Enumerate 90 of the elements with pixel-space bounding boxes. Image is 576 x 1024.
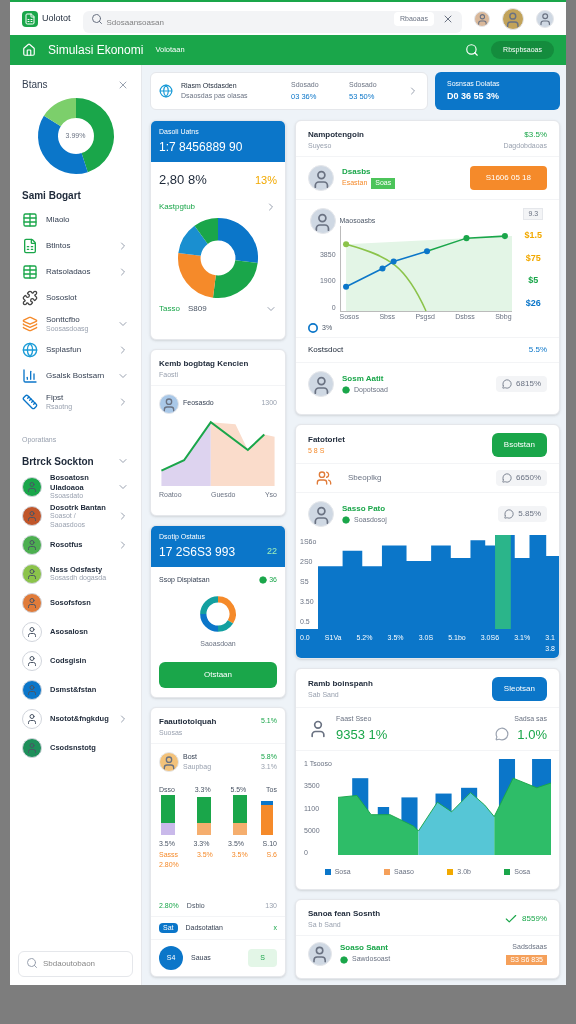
- chat-icon: [502, 473, 513, 483]
- data-point: [342, 241, 349, 248]
- search-icon: [26, 957, 38, 969]
- side-value: $5: [528, 274, 539, 287]
- sidebar-item[interactable]: Sososlot: [22, 285, 129, 311]
- data-point: [390, 258, 397, 265]
- status-dot-icon: [340, 955, 348, 964]
- avatar: [159, 393, 179, 414]
- contact-name: Sosm Aatit: [342, 372, 385, 385]
- card-title: Kemb bogbtag Kencien: [159, 358, 250, 370]
- contact-name: Sasso Pato: [342, 502, 387, 515]
- contact-name: Soaso Saant: [340, 942, 389, 955]
- chat-icon: [502, 379, 513, 389]
- card-title: Nampotengoin: [308, 129, 364, 141]
- stat-value: 1.0%: [517, 725, 547, 744]
- group-title: Brtrck Sockton: [22, 454, 94, 469]
- data-point: [423, 248, 430, 255]
- card-value: 8559%: [522, 913, 547, 926]
- area-fill: [210, 421, 275, 486]
- data-point: [462, 235, 470, 242]
- avatar: [474, 10, 490, 27]
- globe-icon: [22, 342, 38, 358]
- side-value: $1.5: [524, 229, 543, 242]
- row-title: Kostsdoct: [308, 344, 344, 356]
- layers-icon: [22, 316, 38, 332]
- highlight-value: D0 36 55 3%: [447, 89, 501, 103]
- avatar: [308, 941, 332, 966]
- status-dot-icon: [259, 575, 268, 584]
- change-value: 13%: [254, 172, 277, 188]
- legend-value: S809: [187, 303, 208, 315]
- page-title: Simulasi Ekonomi: [48, 42, 144, 59]
- table-icon: [22, 212, 38, 228]
- logo-text: Uolotot: [42, 11, 71, 25]
- row-value: 5.5%: [528, 344, 547, 356]
- card-title: Fatotorlet: [308, 433, 346, 446]
- sidebar-item[interactable]: Ssplasfun: [22, 337, 129, 363]
- puzzle-icon: [22, 290, 38, 306]
- avatar: [308, 371, 334, 397]
- chat-icon: [495, 727, 510, 742]
- status-count: 22: [267, 544, 277, 558]
- avatar: [308, 164, 334, 191]
- avatar: [159, 752, 179, 772]
- data-point: [501, 233, 508, 240]
- person-name: Dsasbs: [342, 166, 372, 179]
- value-chip: 6650%: [496, 470, 547, 486]
- card-title: Ramb boinspanh: [308, 677, 374, 690]
- ring-icon: [308, 322, 318, 333]
- search-icon: [90, 12, 103, 25]
- bar-chart-icon: [22, 368, 38, 384]
- card-title: Sanoa fean Sosnth: [308, 908, 381, 920]
- primary-button[interactable]: Sleotsan: [491, 677, 547, 701]
- table-icon: [22, 264, 38, 280]
- avatar: [536, 9, 554, 28]
- side-value: $75: [525, 251, 541, 265]
- spreadsheet-icon: [22, 238, 38, 254]
- search-field[interactable]: Sbdaoutobaon: [18, 951, 133, 977]
- avatar: [502, 7, 524, 30]
- panel-title: Btans: [22, 78, 48, 92]
- section-title: Kastpgtub: [159, 201, 196, 213]
- logo-icon: [22, 10, 38, 27]
- sidebar-item[interactable]: Mlaolo: [22, 207, 129, 233]
- value-chip: 5.85%: [498, 506, 547, 522]
- sidebar-item[interactable]: Ratsoladaos: [22, 259, 129, 285]
- sidebar-item[interactable]: Btlntos: [22, 233, 129, 259]
- home-icon[interactable]: [22, 43, 36, 57]
- group-text: Sbeoplkg: [348, 472, 383, 484]
- chat-icon: [504, 509, 515, 519]
- stat-value: 9353 1%: [336, 725, 389, 744]
- globe-icon: [159, 84, 173, 98]
- status-dot-icon: [342, 516, 350, 524]
- avatar: [309, 207, 336, 234]
- card-value: $3.5%: [524, 129, 547, 141]
- sidebar-item[interactable]: Gsalsk Bostsarn: [22, 363, 129, 389]
- value-chip: 6815%: [496, 376, 547, 392]
- side-value: $26: [525, 296, 541, 310]
- area-fill: [161, 421, 211, 486]
- data-point: [379, 265, 386, 272]
- balance-amount: 2,80 8%: [159, 170, 207, 189]
- person-icon: [308, 719, 328, 739]
- status-value: 17 2S6S3 993: [159, 543, 236, 561]
- avatar: [308, 501, 334, 527]
- legend-label: Tasso: [159, 303, 180, 315]
- section-title: Sami Bogart: [22, 189, 82, 203]
- data-point: [342, 283, 349, 290]
- status-dot-icon: [342, 386, 350, 394]
- pie-slice: [213, 259, 258, 298]
- ruler-icon: [22, 394, 38, 410]
- search-icon[interactable]: [465, 43, 480, 57]
- card-title: Faautiotolquah: [159, 716, 217, 728]
- balance-value: 1:7 8456889 90: [159, 138, 244, 156]
